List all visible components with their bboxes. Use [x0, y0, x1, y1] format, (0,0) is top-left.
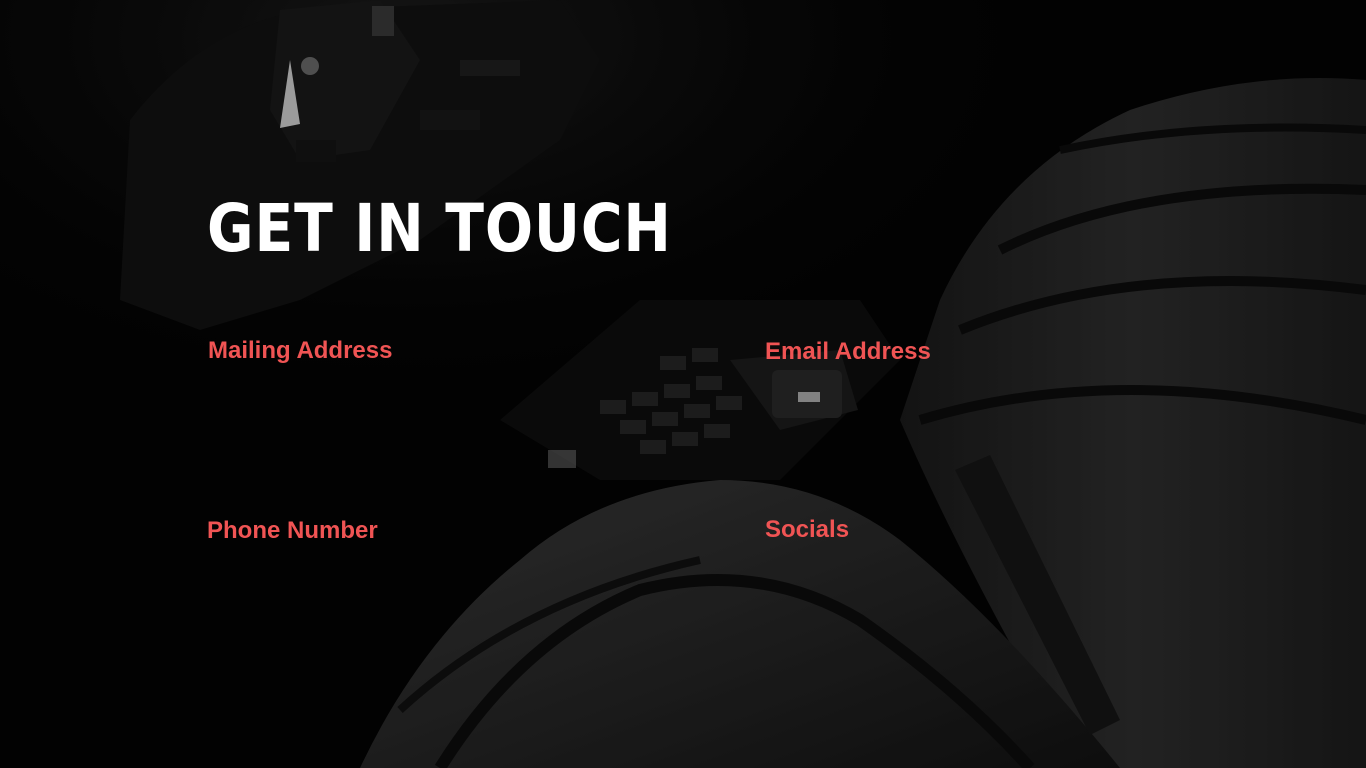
- socials-label: Socials: [765, 516, 850, 543]
- page-title: GET IN TOUCH: [207, 190, 672, 267]
- phone-number-label: Phone Number: [207, 517, 378, 544]
- mailing-address-label: Mailing Address: [208, 337, 393, 364]
- contact-slide: GET IN TOUCH Mailing Address Email Addre…: [0, 0, 1366, 768]
- email-address-label: Email Address: [765, 338, 931, 365]
- car-interior-background-photo: [0, 0, 1366, 768]
